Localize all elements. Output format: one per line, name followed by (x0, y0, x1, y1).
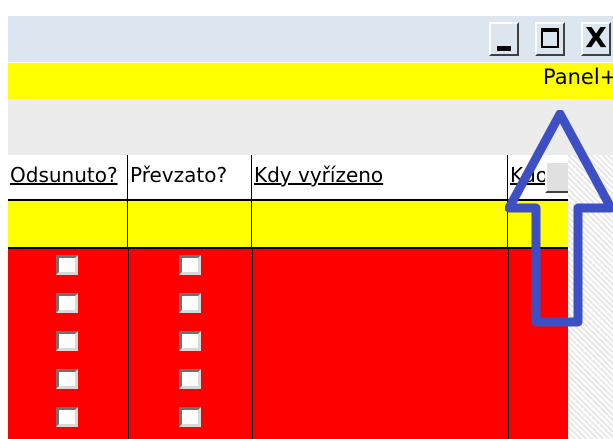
filter-cell-prevzato[interactable] (128, 201, 252, 247)
maximize-icon (541, 28, 559, 48)
column-header-kdy-vyrizeno[interactable]: Kdy vyřízeno (252, 155, 508, 201)
grid-empty-area (568, 155, 613, 439)
filter-cell-kdy-vyrizeno[interactable] (252, 201, 508, 247)
data-rows (8, 249, 568, 439)
odsunuto-checkbox[interactable] (56, 369, 78, 389)
column-header-label: Kdo (510, 163, 549, 187)
column-header-odsunuto[interactable]: Odsunuto? (8, 155, 128, 201)
minimize-icon (497, 46, 511, 51)
panel-label: Panel+ (543, 65, 613, 89)
odsunuto-checkbox[interactable] (56, 331, 78, 351)
filter-cell-odsunuto[interactable] (8, 201, 128, 247)
odsunuto-checkbox[interactable] (56, 255, 78, 275)
prevzato-checkbox[interactable] (179, 369, 201, 389)
prevzato-checkbox[interactable] (179, 331, 201, 351)
close-button[interactable]: X (581, 22, 611, 56)
column-header-prevzato[interactable]: Převzato? (128, 155, 252, 201)
prevzato-checkbox[interactable] (179, 255, 201, 275)
column-divider (508, 249, 509, 439)
prevzato-checkbox[interactable] (179, 293, 201, 313)
maximize-button[interactable] (535, 22, 565, 56)
column-header-label: Odsunuto? (10, 163, 118, 187)
filter-row (8, 201, 568, 249)
column-header-label: Převzato? (130, 163, 228, 187)
yellow-panel: Panel+ (8, 63, 613, 99)
prevzato-checkbox[interactable] (179, 407, 201, 427)
odsunuto-checkbox[interactable] (56, 407, 78, 427)
odsunuto-checkbox[interactable] (56, 293, 78, 313)
minimize-button[interactable] (489, 22, 519, 56)
column-divider (252, 249, 253, 439)
data-grid: Odsunuto? Převzato? Kdy vyřízeno Kdo (8, 155, 571, 439)
close-icon: X (585, 21, 607, 54)
filter-cell-kdo[interactable] (508, 201, 568, 247)
column-divider (128, 249, 129, 439)
toolbar-area (8, 99, 613, 155)
window-title-bar: X (8, 16, 613, 62)
column-header-label: Kdy vyřízeno (254, 163, 384, 187)
